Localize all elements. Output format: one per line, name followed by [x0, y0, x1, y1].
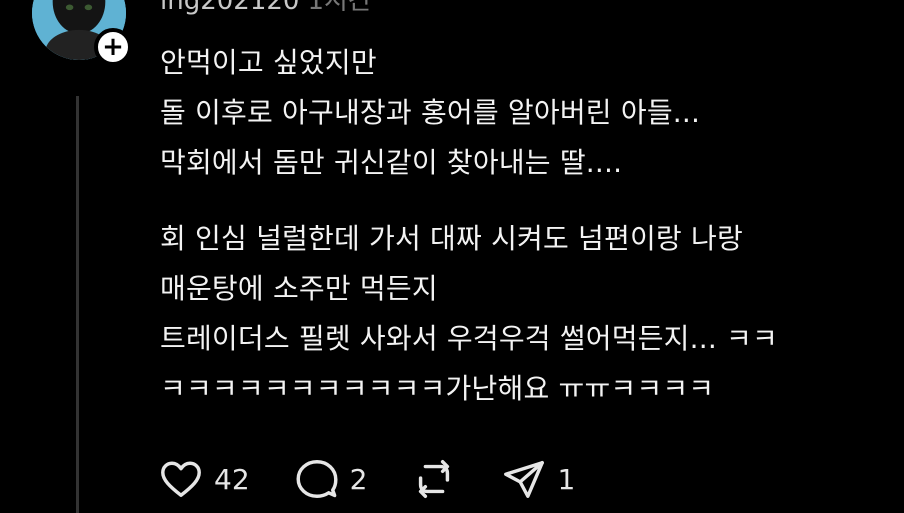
post-header: ing202120 1시간	[160, 0, 372, 16]
post-line: 안먹이고 싶었지만	[160, 46, 377, 79]
thread-line	[76, 96, 79, 513]
heart-icon	[161, 461, 201, 498]
reply-button[interactable]: 2	[294, 456, 368, 502]
share-button[interactable]: 1	[501, 456, 575, 502]
repost-button[interactable]	[411, 456, 457, 502]
action-bar: 42 2 1	[158, 454, 619, 504]
username[interactable]: ing202120	[160, 0, 299, 16]
post-line: 회 인심 널럴한데 가서 대짜 시켜도 넘편이랑 나랑	[160, 222, 743, 255]
like-button[interactable]: 42	[158, 456, 250, 502]
repost-icon	[419, 460, 450, 498]
post-line: 매운탕에 소주만 먹든지	[160, 272, 438, 305]
post-line: ㅋㅋㅋㅋㅋㅋㅋㅋㅋㅋㅋ가난해요 ㅠㅠㅋㅋㅋㅋ	[160, 372, 715, 405]
share-count: 1	[557, 462, 576, 496]
like-count: 42	[214, 462, 250, 496]
post-body: 안먹이고 싶었지만 돌 이후로 아구내장과 홍어를 알아버린 아들... 막회에…	[160, 38, 860, 414]
reply-count: 2	[349, 462, 368, 496]
follow-plus-icon[interactable]: +	[94, 28, 132, 66]
post-line: 트레이더스 필렛 사와서 우걱우걱 썰어먹든지... ㅋㅋ	[160, 322, 778, 355]
timestamp: 1시간	[307, 0, 372, 16]
speech-bubble-icon	[296, 460, 338, 498]
post-line: 막회에서 돔만 귀신같이 찾아내는 딸....	[160, 146, 623, 179]
send-icon	[504, 460, 545, 498]
post-line: 돌 이후로 아구내장과 홍어를 알아버린 아들...	[160, 96, 701, 129]
